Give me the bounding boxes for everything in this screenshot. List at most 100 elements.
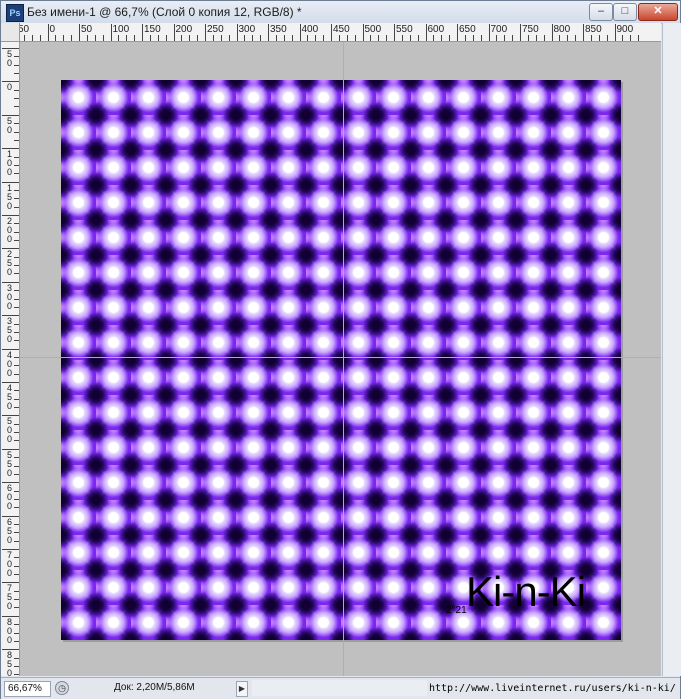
ruler-label: 50 — [6, 115, 12, 135]
ruler-tick — [331, 24, 332, 41]
ruler-minor-tick — [638, 35, 640, 41]
close-button[interactable]: ✕ — [638, 3, 678, 21]
document-canvas[interactable]: Ki-n-Ki 2°21 — [61, 80, 621, 640]
ruler-minor-tick — [323, 35, 325, 41]
ruler-minor-tick — [14, 73, 19, 75]
ruler-label: 900 — [616, 24, 634, 35]
ruler-label: 800 — [553, 24, 571, 35]
ruler-tick — [457, 24, 458, 41]
ruler-minor-tick — [71, 35, 73, 41]
ruler-minor-tick — [14, 290, 19, 292]
ruler-minor-tick — [14, 64, 19, 66]
ruler-tick — [110, 24, 112, 41]
watermark-text: Ki-n-Ki — [466, 568, 586, 615]
vertical-ruler[interactable]: 50 0 50 100 150 200 250 300 350 400 450 500 550 600 65… — [1, 42, 20, 676]
ruler-minor-tick — [14, 607, 19, 609]
ruler-label: 700 — [6, 550, 12, 578]
zoom-level-field[interactable]: 66,67% — [4, 681, 51, 697]
ruler-tick — [47, 24, 49, 41]
ruler-minor-tick — [14, 89, 19, 91]
status-menu-arrow-icon[interactable]: ▶ — [236, 681, 248, 697]
ruler-label: 550 — [6, 449, 12, 478]
ruler-minor-tick — [14, 407, 19, 409]
ruler-label: 50 — [6, 49, 12, 68]
ruler-label: 100 — [112, 24, 130, 35]
ruler-minor-tick — [14, 273, 19, 275]
ruler-label: 400 — [301, 24, 319, 35]
minimize-button[interactable]: – — [589, 3, 613, 21]
ruler-minor-tick — [14, 256, 19, 258]
ruler-tick — [205, 24, 206, 41]
ruler-minor-tick — [14, 265, 19, 267]
ruler-minor-tick — [244, 35, 246, 41]
vertical-scrollbar[interactable] — [662, 23, 681, 676]
ruler-minor-tick — [102, 35, 104, 41]
ruler-tick — [394, 24, 395, 41]
ruler-minor-tick — [14, 540, 19, 542]
ruler-minor-tick — [212, 35, 214, 41]
ruler-tick — [268, 24, 269, 41]
ruler-minor-tick — [118, 35, 120, 41]
ruler-label: 600 — [427, 24, 445, 35]
ruler-label: 800 — [6, 616, 12, 645]
ruler-label: 850 — [585, 24, 602, 35]
ruler-minor-tick — [220, 35, 222, 41]
ruler-tick — [583, 24, 584, 41]
ruler-minor-tick — [433, 35, 435, 41]
ruler-minor-tick — [575, 35, 577, 41]
ruler-label: 750 — [522, 24, 539, 35]
status-clock-icon[interactable]: ◷ — [55, 681, 69, 695]
ruler-minor-tick — [14, 473, 19, 475]
ruler-minor-tick — [527, 35, 529, 41]
ruler-minor-tick — [14, 298, 19, 300]
ruler-minor-tick — [401, 35, 403, 41]
horizontal-scrollbar[interactable] — [252, 680, 427, 696]
horizontal-ruler[interactable]: 5005010015020025030035040045050055060065… — [20, 23, 661, 42]
ruler-minor-tick — [14, 440, 19, 442]
ruler-minor-tick — [598, 35, 600, 41]
title-bar[interactable]: Ps Без имени-1 @ 66,7% (Слой 0 копия 12,… — [1, 1, 680, 24]
ruler-minor-tick — [417, 35, 419, 41]
canvas-area[interactable]: Ki-n-Ki 2°21 — [20, 42, 661, 676]
site-url: http://www.liveinternet.ru/users/ki-n-ki… — [429, 683, 676, 694]
ruler-minor-tick — [275, 35, 277, 41]
ruler-label: 200 — [175, 24, 193, 35]
ruler-minor-tick — [307, 35, 309, 41]
ruler-minor-tick — [14, 465, 19, 467]
ruler-minor-tick — [94, 35, 96, 41]
ruler-minor-tick — [14, 131, 19, 133]
ruler-minor-tick — [14, 198, 19, 200]
ruler-minor-tick — [14, 532, 19, 534]
ruler-minor-tick — [590, 35, 592, 41]
ruler-label: 450 — [333, 24, 350, 35]
ruler-minor-tick — [14, 457, 19, 459]
ruler-minor-tick — [14, 206, 19, 208]
ruler-label: 100 — [6, 149, 12, 178]
ruler-minor-tick — [378, 35, 380, 41]
ruler-label: 150 — [6, 182, 12, 211]
ruler-minor-tick — [39, 35, 41, 41]
maximize-button[interactable]: □ — [613, 3, 637, 21]
ruler-origin[interactable] — [1, 23, 20, 42]
ruler-minor-tick — [14, 331, 19, 333]
ruler-minor-tick — [14, 590, 19, 592]
ruler-minor-tick — [14, 98, 19, 100]
ruler-minor-tick — [165, 35, 167, 41]
ruler-label: 300 — [6, 282, 12, 311]
ruler-label: 200 — [6, 216, 12, 244]
ruler-label: 250 — [207, 24, 224, 35]
ruler-minor-tick — [315, 35, 317, 41]
ruler-minor-tick — [409, 35, 411, 41]
horizontal-guide[interactable] — [20, 357, 661, 358]
ruler-minor-tick — [14, 156, 19, 158]
ruler-label: 650 — [6, 516, 12, 545]
ruler-minor-tick — [14, 599, 19, 601]
ruler-minor-tick — [14, 390, 19, 392]
ruler-minor-tick — [14, 490, 19, 492]
ruler-minor-tick — [31, 35, 33, 41]
ruler-minor-tick — [441, 35, 443, 41]
ruler-minor-tick — [370, 35, 372, 41]
ruler-minor-tick — [338, 35, 340, 41]
vertical-guide[interactable] — [343, 42, 344, 676]
ruler-minor-tick — [14, 365, 19, 367]
